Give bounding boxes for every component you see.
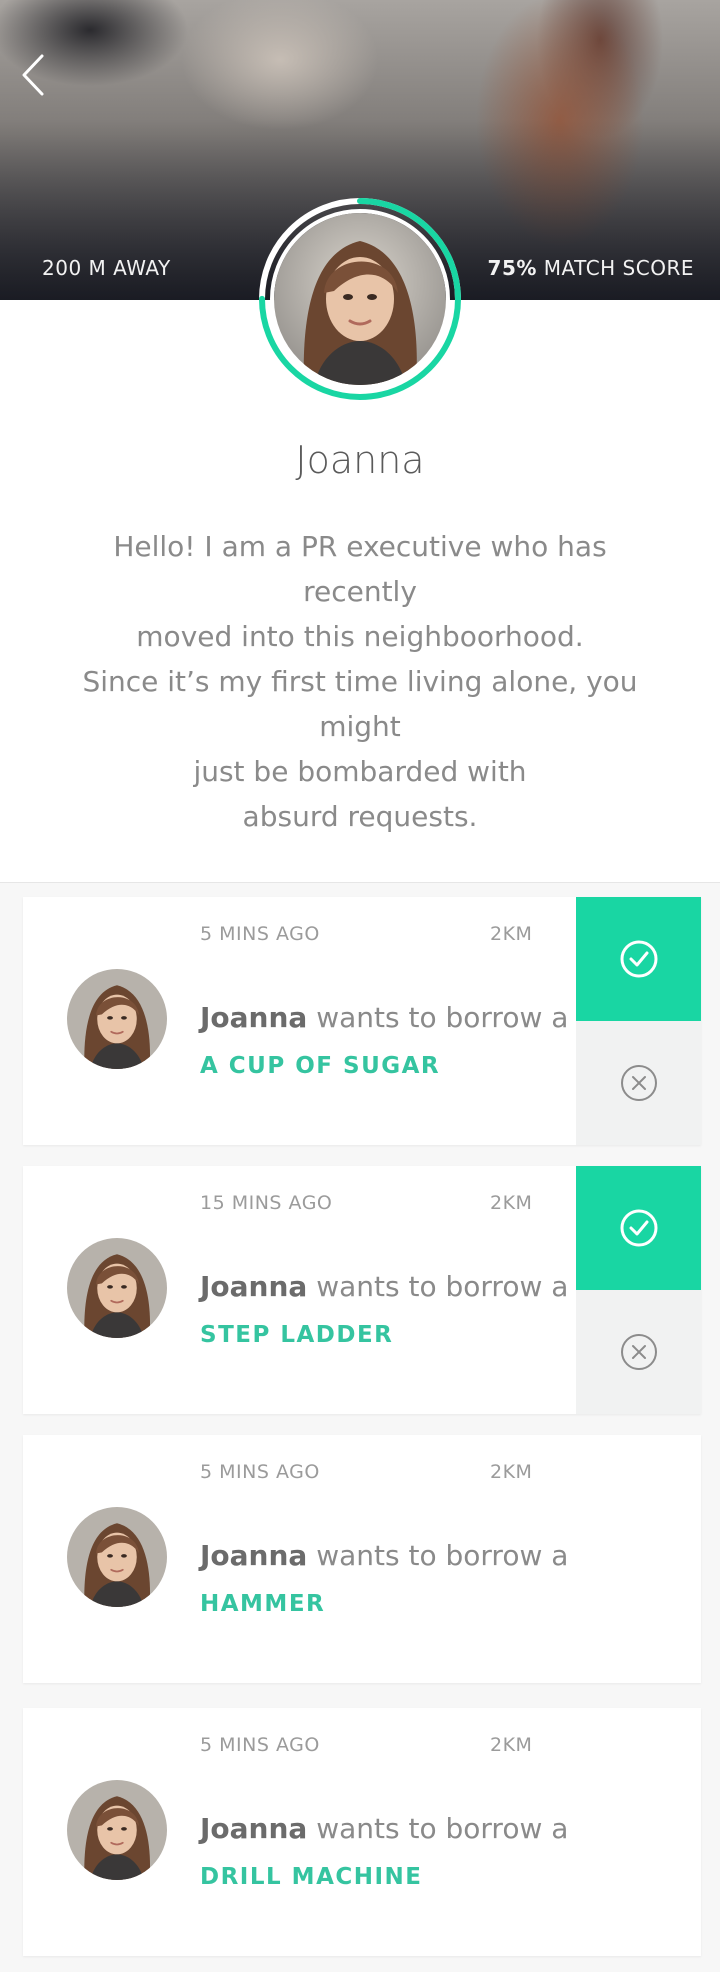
request-text: Joanna wants to borrow a [200,1001,568,1034]
distance-label: 200 M AWAY [42,256,171,280]
match-score: 75% MATCH SCORE [488,256,694,280]
request-distance: 2KM [490,1192,533,1214]
accept-button[interactable] [576,1166,701,1290]
request-verb: wants to borrow a [307,1539,569,1572]
portrait-image [67,1507,167,1607]
request-card: 15 MINS AGO 2KM Joanna wants to borrow a… [23,1166,701,1414]
request-text: Joanna wants to borrow a [200,1270,568,1303]
request-item: DRILL MACHINE [200,1864,423,1890]
requester-name[interactable]: Joanna [200,1270,307,1303]
request-text: Joanna wants to borrow a [200,1539,568,1572]
decline-button[interactable] [576,1290,701,1414]
profile-bio: Hello! I am a PR executive who has recen… [60,524,660,839]
accept-button[interactable] [576,897,701,1021]
portrait-image [274,213,446,385]
request-verb: wants to borrow a [307,1812,569,1845]
avatar [67,1507,167,1607]
request-card: 5 MINS AGO 2KM Joanna wants to borrow a … [23,897,701,1145]
check-circle-icon [620,1209,657,1247]
close-circle-icon [620,1334,657,1370]
bio-line: absurd requests. [242,800,478,833]
match-label: MATCH SCORE [536,256,694,280]
decline-button[interactable] [576,1021,701,1145]
requester-name[interactable]: Joanna [200,1539,307,1572]
request-card[interactable]: 5 MINS AGO 2KM Joanna wants to borrow a … [23,1435,701,1683]
requester-name[interactable]: Joanna [200,1812,307,1845]
portrait-image [67,969,167,1069]
bio-line: moved into this neighboorhood. [136,620,584,653]
check-circle-icon [620,940,657,978]
request-item: HAMMER [200,1591,326,1617]
request-time: 5 MINS AGO [200,1734,320,1756]
bio-line: just be bombarded with [193,755,527,788]
avatar [67,1780,167,1880]
requester-name[interactable]: Joanna [200,1001,307,1034]
request-card[interactable]: 5 MINS AGO 2KM Joanna wants to borrow a … [23,1708,701,1956]
request-verb: wants to borrow a [307,1270,569,1303]
bio-line: Hello! I am a PR executive who has recen… [113,530,607,608]
avatar [67,1238,167,1338]
request-time: 5 MINS AGO [200,1461,320,1483]
request-verb: wants to borrow a [307,1001,569,1034]
request-item: A CUP OF SUGAR [200,1053,441,1079]
request-distance: 2KM [490,923,533,945]
request-time: 15 MINS AGO [200,1192,333,1214]
avatar [67,969,167,1069]
avatar [270,209,450,389]
match-percent: 75% [487,256,537,280]
portrait-image [67,1238,167,1338]
request-time: 5 MINS AGO [200,923,320,945]
portrait-image [67,1780,167,1880]
close-circle-icon [620,1065,657,1101]
request-text: Joanna wants to borrow a [200,1812,568,1845]
bio-line: Since it’s my first time living alone, y… [82,665,638,743]
request-item: STEP LADDER [200,1322,394,1348]
request-distance: 2KM [490,1461,533,1483]
request-distance: 2KM [490,1734,533,1756]
profile-name: Joanna [295,438,425,482]
chevron-left-icon[interactable] [18,52,52,98]
